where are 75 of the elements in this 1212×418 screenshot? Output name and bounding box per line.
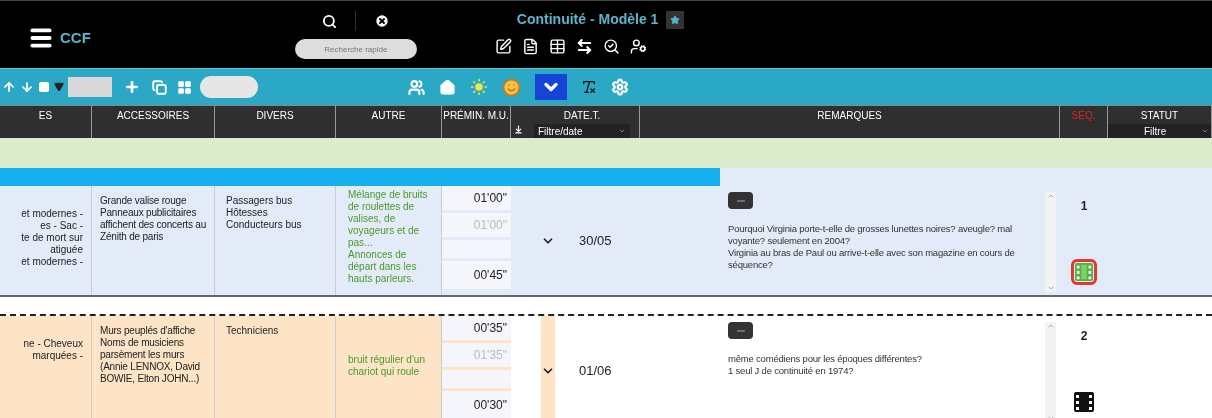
date-cell: 30/05 [579, 234, 612, 247]
cell-text: te de mort sur [21, 232, 83, 244]
sequence-number: 1 [1080, 200, 1088, 212]
search-icon[interactable] [602, 38, 620, 55]
collapse-button[interactable] [728, 322, 753, 339]
settings-icon[interactable] [611, 78, 629, 96]
pdf-icon[interactable] [521, 38, 539, 55]
column-header[interactable]: DIVERS [256, 110, 294, 122]
sequence-number: 2 [1080, 330, 1088, 342]
grid-icon[interactable] [177, 79, 192, 95]
caret-icon[interactable] [54, 82, 64, 92]
column-header[interactable]: PRÉMIN. M.U. [443, 110, 509, 122]
filter-select[interactable]: Filtre/date [534, 124, 630, 138]
checkbox-icon[interactable] [38, 81, 50, 93]
time-field[interactable]: 00'45" [442, 261, 511, 289]
user-settings-icon[interactable] [629, 38, 647, 55]
clear-icon[interactable] [373, 13, 390, 29]
star-icon[interactable] [670, 14, 681, 25]
column-header[interactable]: ES [38, 110, 53, 122]
accessories-cell: Grande valise rouge Panneaux publicitaires affichent des concerts au Zénith de paris [92, 186, 215, 295]
edit-icon[interactable] [494, 38, 512, 55]
time-field[interactable] [442, 370, 511, 388]
cell-text: marquées - [32, 350, 83, 362]
time-field[interactable]: 01'00" [442, 186, 511, 210]
accessories-cell: Murs peuplés d'affiche Noms de musiciens parsèment les murs (Annie LENNOX, David BOWIE, Elton JOHN...) [92, 316, 215, 418]
app-title: CCF [60, 27, 91, 48]
number-field[interactable] [200, 76, 258, 98]
caret-icon[interactable] [1201, 127, 1209, 135]
document-title: Continuité - Modèle 1 [516, 10, 659, 29]
time-field[interactable]: 00'35" [442, 316, 511, 340]
scroll-up-icon[interactable] [1046, 192, 1055, 200]
remarks-text: Pourquoi Virginia porte-t-elle de grosses lunettes noires? aveugle? mal voyante? seulement en 2004? Virginia au bras de Paul ou arrive-t-elle avec son magazine en cours de séquence? [728, 223, 1016, 271]
search-field[interactable]: Recherche rapide [294, 39, 417, 59]
caret-icon[interactable] [618, 127, 626, 135]
other-cell: bruit régulier d'un chariot qui roule [336, 316, 442, 418]
time-field[interactable] [442, 240, 511, 258]
clear-formatting-icon[interactable] [581, 79, 597, 95]
cell-text: et modernes - [21, 256, 83, 268]
collapse-button[interactable] [728, 192, 753, 209]
misc-cell: Techniciens [215, 316, 336, 418]
scroll-up-icon[interactable] [1046, 322, 1055, 330]
column-header[interactable]: AUTRE [371, 110, 406, 122]
misc-cell: Passagers bus Hôtesses Conducteurs bus [215, 186, 336, 295]
remarks-text: même comédiens pour les époques différentes? 1 seul J de continuité en 1974? [728, 353, 923, 377]
dropdown-toggle[interactable] [535, 74, 567, 100]
table-icon[interactable] [548, 38, 566, 55]
scroll-down-icon[interactable] [1046, 284, 1055, 292]
sort-icon[interactable] [513, 125, 523, 134]
cell-text: et modernes - [21, 208, 83, 220]
column-header[interactable]: ACCESSOIRES [116, 110, 190, 122]
star-button[interactable] [666, 10, 685, 29]
film-icon[interactable] [1071, 389, 1097, 415]
duplicate-icon[interactable] [152, 79, 167, 95]
column-header[interactable]: DATE.T. [563, 110, 601, 122]
smiley-icon[interactable] [502, 77, 521, 97]
date-cell: 01/06 [579, 364, 612, 377]
dropdown-toggle[interactable] [541, 316, 555, 418]
down-arrow-icon[interactable] [20, 80, 34, 94]
sun-icon[interactable] [470, 78, 488, 96]
swap-icon[interactable] [575, 38, 593, 55]
other-cell: Mélange de bruits de roulettes de valises, de voyageurs et de pas... Annonces de départ dans les hauts parleurs. [336, 186, 442, 295]
add-icon[interactable] [124, 79, 140, 95]
cell-text: ne - Cheveux [23, 338, 83, 350]
search-icon[interactable] [321, 13, 337, 29]
home-icon[interactable] [439, 78, 456, 96]
time-field[interactable]: 00'30" [442, 391, 511, 418]
cell-text: es - Sac - [40, 220, 83, 232]
column-header[interactable]: STATUT [1140, 110, 1179, 122]
column-header[interactable]: REMARQUES [817, 110, 882, 122]
cell-text: atiguée [50, 244, 83, 256]
level-field[interactable] [68, 77, 112, 97]
group-icon[interactable] [408, 78, 425, 96]
filter-select[interactable]: Filtre [1108, 124, 1211, 138]
scrollbar[interactable] [1045, 192, 1056, 292]
scrollbar[interactable] [1045, 322, 1056, 418]
